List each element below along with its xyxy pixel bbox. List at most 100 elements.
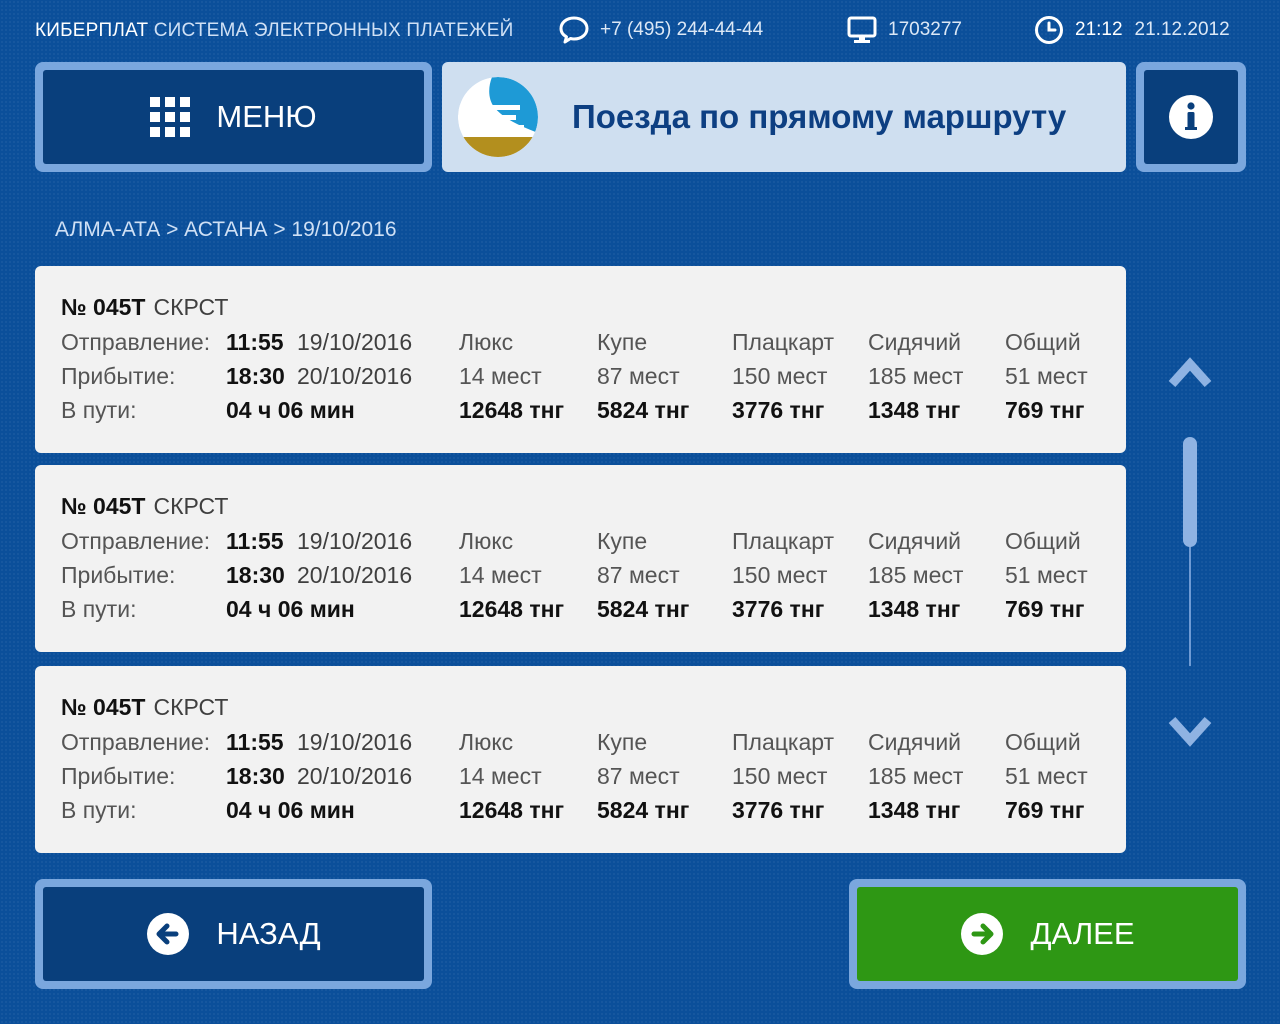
class-name: Плацкарт (732, 729, 835, 755)
class-name: Плацкарт (732, 329, 835, 355)
scroll-down-button[interactable] (1168, 712, 1212, 757)
support-phone: +7 (495) 244-44-44 (558, 14, 763, 46)
current-time: 21:12 (1075, 19, 1123, 40)
duration-label: В пути: (61, 797, 137, 823)
class-price: 3776 тнг (732, 797, 825, 823)
next-button[interactable]: ДАЛЕЕ (849, 879, 1246, 989)
arrival-time: 18:30 (226, 363, 285, 389)
arrival-date: 20/10/2016 (297, 763, 413, 789)
arrival-time: 18:30 (226, 562, 285, 588)
class-seats: 150 мест (732, 763, 828, 789)
travel-duration: 04 ч 06 мин (226, 797, 355, 823)
status-bar: КИБЕРПЛАТ СИСТЕМА ЭЛЕКТРОННЫХ ПЛАТЕЖЕЙ +… (0, 0, 1280, 60)
class-name: Сидячий (868, 729, 962, 755)
class-name: Купе (597, 528, 648, 554)
scroll-thumb[interactable] (1183, 437, 1197, 547)
class-seats: 51 мест (1005, 363, 1088, 389)
class-seats: 150 мест (732, 562, 828, 588)
class-price: 5824 тнг (597, 397, 690, 423)
class-seats: 51 мест (1005, 562, 1088, 588)
brand: КИБЕРПЛАТ СИСТЕМА ЭЛЕКТРОННЫХ ПЛАТЕЖЕЙ (35, 20, 513, 42)
class-seats: 150 мест (732, 363, 828, 389)
train-type: СКРСТ (153, 493, 229, 519)
chat-bubble-icon (559, 16, 589, 44)
monitor-icon (847, 16, 877, 43)
next-label: ДАЛЕЕ (1030, 916, 1135, 951)
class-name: Купе (597, 729, 648, 755)
class-price: 12648 тнг (459, 397, 565, 423)
arrow-left-circle-icon (147, 913, 190, 955)
class-name: Плацкарт (732, 528, 835, 554)
clock-icon (1035, 16, 1063, 44)
train-number: № 045Т (61, 493, 146, 519)
brand-main: КИБЕРПЛАТ (35, 20, 149, 41)
class-price: 1348 тнг (868, 596, 961, 622)
menu-button[interactable]: МЕНЮ (35, 62, 432, 172)
chevron-up-icon (1168, 357, 1212, 388)
travel-duration: 04 ч 06 мин (226, 596, 355, 622)
class-price: 12648 тнг (459, 596, 565, 622)
departure-label: Отправление: (61, 729, 211, 755)
page-title: Поезда по прямому маршруту (572, 98, 1067, 135)
class-seats: 185 мест (868, 763, 964, 789)
train-card[interactable]: № 045Т СКРСТ Отправление: Прибытие: В пут… (35, 666, 1126, 853)
arrival-label: Прибытие: (61, 562, 176, 588)
brand-sub: СИСТЕМА ЭЛЕКТРОННЫХ ПЛАТЕЖЕЙ (153, 20, 514, 41)
route-breadcrumb: АЛМА-АТА > АСТАНА > 19/10/2016 (55, 218, 397, 241)
class-seats: 87 мест (597, 763, 680, 789)
class-seats: 185 мест (868, 363, 964, 389)
arrow-right-circle-icon (961, 913, 1004, 955)
info-icon (1169, 95, 1213, 139)
train-type: СКРСТ (153, 694, 229, 720)
departure-date: 19/10/2016 (297, 528, 413, 554)
menu-label: МЕНЮ (216, 99, 317, 134)
class-price: 1348 тнг (868, 397, 961, 423)
train-number: № 045Т (61, 694, 146, 720)
terminal-info: 1703277 (846, 14, 962, 46)
travel-duration: 04 ч 06 мин (226, 397, 355, 423)
arrival-label: Прибытие: (61, 363, 176, 389)
class-seats: 14 мест (459, 763, 542, 789)
arrival-time: 18:30 (226, 763, 285, 789)
back-button[interactable]: НАЗАД (35, 879, 432, 989)
class-price: 3776 тнг (732, 596, 825, 622)
arrival-date: 20/10/2016 (297, 363, 413, 389)
departure-label: Отправление: (61, 528, 211, 554)
class-seats: 51 мест (1005, 763, 1088, 789)
current-date: 21.12.2012 (1134, 19, 1230, 40)
class-name: Сидячий (868, 528, 962, 554)
class-price: 5824 тнг (597, 797, 690, 823)
scroll-up-button[interactable] (1168, 352, 1212, 397)
info-button[interactable] (1136, 62, 1246, 172)
departure-label: Отправление: (61, 329, 211, 355)
arrival-date: 20/10/2016 (297, 562, 413, 588)
duration-label: В пути: (61, 596, 137, 622)
class-price: 5824 тнг (597, 596, 690, 622)
class-name: Сидячий (868, 329, 962, 355)
departure-time: 11:55 (226, 729, 284, 755)
phone-number: +7 (495) 244-44-44 (600, 19, 764, 40)
train-card[interactable]: № 045Т СКРСТ Отправление: Прибытие: В пут… (35, 465, 1126, 652)
departure-date: 19/10/2016 (297, 329, 413, 355)
class-price: 769 тнг (1005, 596, 1085, 622)
railway-logo (458, 77, 538, 157)
train-type: СКРСТ (153, 294, 229, 320)
class-name: Люкс (459, 329, 514, 355)
class-seats: 14 мест (459, 363, 542, 389)
class-price: 769 тнг (1005, 397, 1085, 423)
class-price: 3776 тнг (732, 397, 825, 423)
departure-date: 19/10/2016 (297, 729, 413, 755)
class-name: Общий (1005, 528, 1081, 554)
duration-label: В пути: (61, 397, 137, 423)
terminal-id: 1703277 (888, 19, 962, 40)
back-label: НАЗАД (216, 916, 321, 951)
train-number: № 045Т (61, 294, 146, 320)
arrival-label: Прибытие: (61, 763, 176, 789)
class-name: Общий (1005, 329, 1081, 355)
class-seats: 87 мест (597, 363, 680, 389)
class-seats: 185 мест (868, 562, 964, 588)
class-name: Люкс (459, 528, 514, 554)
grid-icon (150, 97, 191, 137)
class-seats: 87 мест (597, 562, 680, 588)
train-card[interactable]: № 045Т СКРСТ Отправление: Прибытие: В пут… (35, 266, 1126, 453)
